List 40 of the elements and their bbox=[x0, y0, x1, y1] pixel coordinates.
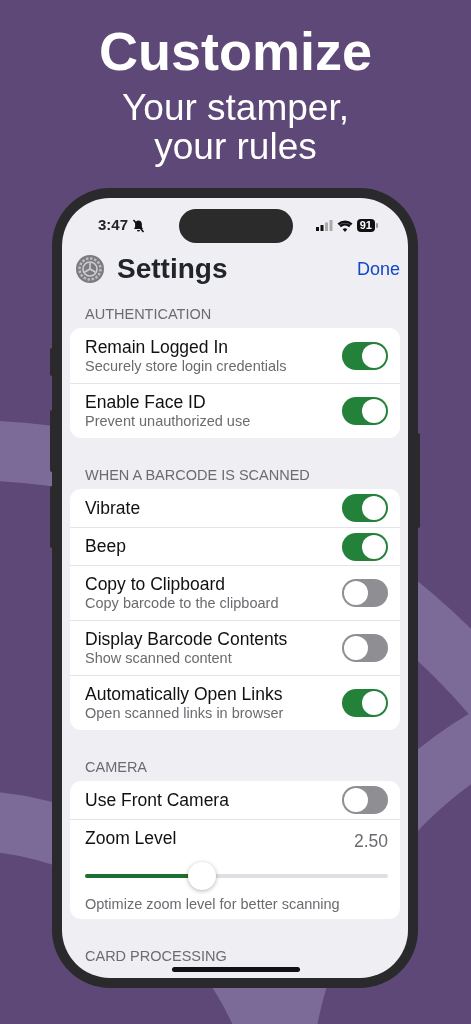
section-header: AUTHENTICATION bbox=[84, 305, 213, 323]
setting-label: Display Barcode Contents bbox=[85, 629, 288, 650]
setting-description: Prevent unauthorized use bbox=[85, 413, 251, 430]
toggle-switch[interactable] bbox=[342, 532, 388, 561]
slider-thumb[interactable] bbox=[187, 862, 216, 891]
screen-title: Settings bbox=[117, 252, 228, 286]
setting-label: Vibrate bbox=[85, 497, 141, 519]
setting-label: Use Front Camera bbox=[85, 789, 229, 811]
headline: Customize bbox=[97, 20, 373, 78]
section-header: CARD PROCESSING bbox=[84, 947, 228, 966]
setting-description: Optimize zoom level for better scanning bbox=[85, 896, 341, 914]
subheadline: Your stamper, bbox=[121, 88, 350, 127]
status-time: 3:47 bbox=[98, 215, 129, 236]
slider[interactable] bbox=[85, 862, 388, 891]
toggle-switch[interactable] bbox=[342, 634, 388, 662]
signal-icon bbox=[315, 220, 333, 231]
setting-description: Securely store login credentials bbox=[85, 357, 287, 375]
setting-description: Copy barcode to the clipboard bbox=[85, 595, 279, 612]
wifi-icon bbox=[336, 219, 353, 232]
setting-description: Open scanned links in browser bbox=[85, 705, 284, 722]
gear-icon bbox=[75, 254, 105, 284]
toggle-switch[interactable] bbox=[342, 689, 388, 717]
toggle-switch[interactable] bbox=[342, 494, 388, 522]
slider-value: 2.50 bbox=[353, 830, 388, 853]
setting-label: Zoom Level bbox=[85, 828, 177, 850]
toggle-switch[interactable] bbox=[342, 579, 388, 607]
battery-icon: 91 bbox=[356, 219, 378, 232]
done-button[interactable]: Done bbox=[356, 255, 400, 283]
setting-label: Remain Logged In bbox=[85, 336, 230, 358]
setting-label: Beep bbox=[85, 536, 126, 557]
setting-label: Copy to Clipboard bbox=[85, 574, 227, 595]
toggle-switch[interactable] bbox=[342, 786, 388, 814]
toggle-switch[interactable] bbox=[342, 397, 388, 425]
toggle-switch[interactable] bbox=[342, 341, 388, 370]
section-header: CAMERA bbox=[84, 758, 149, 776]
setting-label: Enable Face ID bbox=[85, 392, 207, 413]
section-header: WHEN A BARCODE IS SCANNED bbox=[84, 466, 311, 484]
setting-label: Automatically Open Links bbox=[85, 684, 284, 705]
setting-description: Show scanned content bbox=[85, 650, 233, 667]
subheadline: your rules bbox=[153, 127, 317, 166]
